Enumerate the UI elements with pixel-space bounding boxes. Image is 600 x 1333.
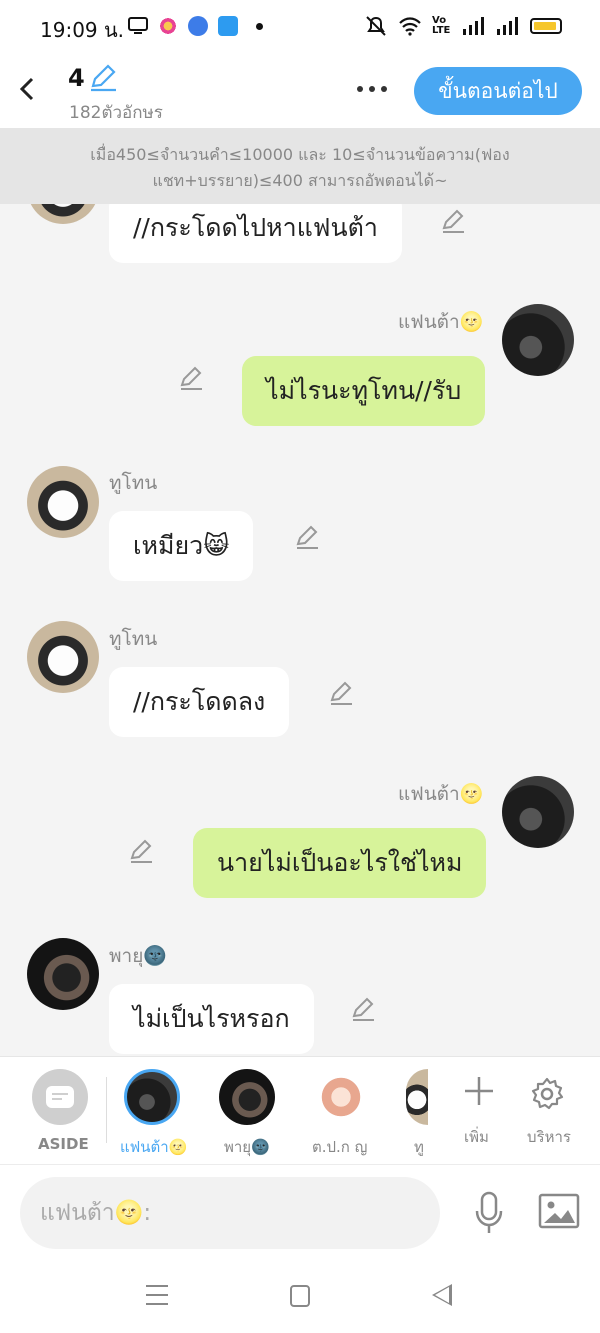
- message-bubble[interactable]: นายไม่เป็นอะไรใช่ไหม: [193, 828, 487, 898]
- avatar[interactable]: [502, 776, 574, 848]
- character-label: ทู: [414, 1138, 424, 1156]
- word-limit-notice: เมื่อ450≤จำนวนคำ≤10000 และ 10≤จำนวนข้อคว…: [0, 128, 600, 204]
- edit-icon[interactable]: [328, 680, 354, 706]
- gear-icon[interactable]: [530, 1077, 564, 1111]
- character-avatar-payu[interactable]: [219, 1069, 275, 1125]
- status-app-icons: [128, 16, 263, 36]
- character-label: ต.ป.ก ญ: [312, 1138, 368, 1156]
- avatar[interactable]: [27, 466, 99, 538]
- status-system-icons: Vo LTE: [364, 15, 562, 37]
- image-icon[interactable]: [538, 1193, 580, 1229]
- aside-icon: [46, 1086, 74, 1108]
- header: 4 182ตัวอักษร ขั้นตอนต่อไป: [0, 52, 600, 128]
- message-input[interactable]: แฟนต้า🌝:: [20, 1177, 440, 1249]
- edit-title-icon[interactable]: [88, 64, 118, 92]
- character-label: แฟนต้า🌝: [120, 1138, 188, 1156]
- signal-icon: [463, 17, 484, 35]
- character-avatar-twotone[interactable]: [406, 1069, 428, 1125]
- back-icon[interactable]: [16, 74, 40, 104]
- plus-icon[interactable]: [463, 1075, 495, 1107]
- speaker-name: แฟนต้า🌝: [398, 783, 484, 805]
- manage-label[interactable]: บริหาร: [527, 1125, 571, 1149]
- avatar[interactable]: [502, 304, 574, 376]
- speaker-name: ทูโทน: [109, 472, 158, 494]
- avatar[interactable]: [27, 204, 99, 224]
- microphone-icon[interactable]: [474, 1191, 504, 1235]
- divider: [106, 1077, 107, 1143]
- back-nav-icon[interactable]: [432, 1284, 452, 1306]
- home-icon[interactable]: [290, 1285, 310, 1307]
- character-bar: ASIDE แฟนต้า🌝 พายุ🌚 ต.ป.ก ญ ทู เพิ่ม บริ…: [0, 1056, 600, 1164]
- next-step-button[interactable]: ขั้นตอนต่อไป: [414, 67, 582, 115]
- character-label: พายุ🌚: [224, 1138, 270, 1156]
- edit-icon[interactable]: [440, 208, 466, 234]
- edit-icon[interactable]: [350, 996, 376, 1022]
- edit-icon[interactable]: [178, 365, 204, 391]
- screen-icon: [128, 17, 148, 34]
- recent-apps-icon[interactable]: [146, 1285, 168, 1307]
- char-count: 182ตัวอักษร: [69, 103, 163, 123]
- character-avatar-girl[interactable]: [313, 1069, 369, 1125]
- edit-icon[interactable]: [128, 838, 154, 864]
- message-bubble[interactable]: ไม่เป็นไรหรอก: [109, 984, 314, 1054]
- status-bar: 19:09 น. Vo LTE: [0, 0, 600, 52]
- speaker-name: พายุ🌚: [109, 945, 167, 967]
- blue-app-icon: [188, 16, 208, 36]
- speaker-name: แฟนต้า🌝: [398, 311, 484, 333]
- character-avatar-fanta[interactable]: [124, 1069, 180, 1125]
- mute-icon: [366, 16, 386, 36]
- more-icon[interactable]: [354, 74, 390, 104]
- speaker-name: ทูโทน: [109, 628, 158, 650]
- novel-toon-icon: [218, 16, 238, 36]
- message-bubble[interactable]: เหมียว😸: [109, 511, 254, 581]
- message-bubble[interactable]: ไม่ไรนะทูโทน//รับ: [242, 356, 486, 426]
- aside-label: ASIDE: [38, 1135, 89, 1153]
- chat-area[interactable]: //กระโดดไปหาแฟนต้า แฟนต้า🌝 ไม่ไรนะทูโทน/…: [0, 204, 600, 1056]
- system-nav-bar: [0, 1263, 600, 1333]
- message-bubble[interactable]: //กระโดดลง: [109, 667, 290, 737]
- status-time: 19:09 น.: [40, 18, 125, 42]
- input-bar: แฟนต้า🌝:: [0, 1164, 600, 1263]
- avatar[interactable]: [27, 621, 99, 693]
- wifi-icon: [399, 17, 421, 36]
- flower-icon: [158, 16, 178, 36]
- episode-number: 4: [68, 64, 85, 92]
- battery-icon: [530, 18, 562, 34]
- edit-icon[interactable]: [294, 524, 320, 550]
- add-label[interactable]: เพิ่ม: [464, 1125, 489, 1149]
- dot-icon: [256, 22, 263, 30]
- message-bubble[interactable]: //กระโดดไปหาแฟนต้า: [109, 204, 402, 263]
- aside-button[interactable]: [32, 1069, 88, 1125]
- volte-label: Vo LTE: [432, 15, 451, 36]
- signal-icon: [497, 17, 518, 35]
- avatar[interactable]: [27, 938, 99, 1010]
